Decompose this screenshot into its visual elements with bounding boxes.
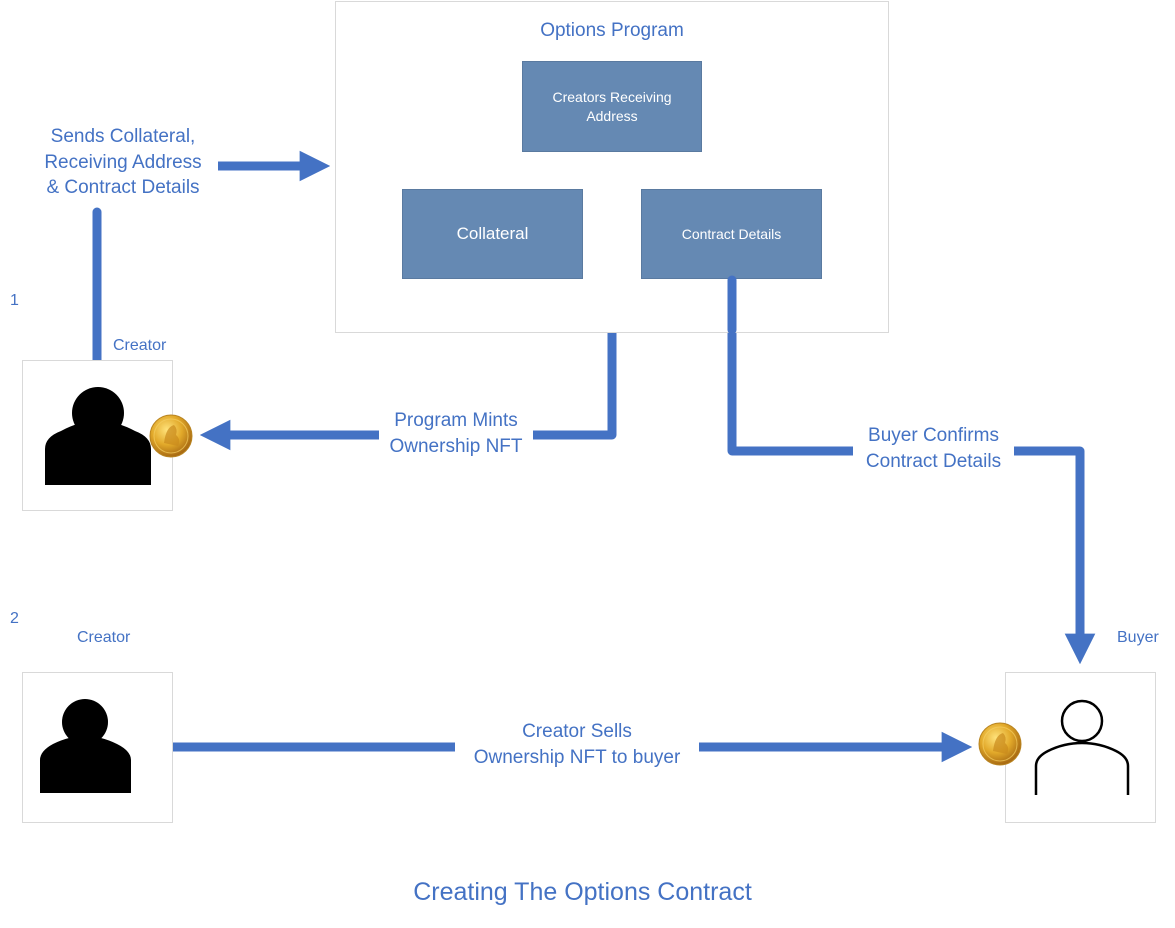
creator-2-card bbox=[22, 672, 173, 823]
flow-confirms-label: Buyer Confirms Contract Details bbox=[853, 423, 1014, 475]
person-outline-icon bbox=[1034, 699, 1130, 795]
options-program-frame bbox=[335, 1, 889, 333]
buyer-label: Buyer bbox=[1117, 629, 1159, 646]
nft-coin-icon-buyer bbox=[978, 722, 1022, 766]
step-2-number: 2 bbox=[10, 610, 19, 627]
contract-details-box: Contract Details bbox=[641, 189, 822, 279]
person-filled-icon bbox=[40, 699, 131, 793]
options-program-title: Options Program bbox=[540, 20, 684, 41]
flow-sends-label: Sends Collateral, Receiving Address & Co… bbox=[28, 124, 218, 201]
buyer-card bbox=[1005, 672, 1156, 823]
receiving-address-box: Creators Receiving Address bbox=[522, 61, 702, 152]
collateral-label: Collateral bbox=[456, 223, 529, 243]
creator-2-label: Creator bbox=[77, 629, 131, 646]
step-1-number: 1 bbox=[10, 292, 19, 309]
flow-mints-label: Program Mints Ownership NFT bbox=[379, 408, 533, 460]
contract-details-label: Contract Details bbox=[681, 225, 782, 242]
collateral-box: Collateral bbox=[402, 189, 583, 279]
receiving-address-label: Creators Receiving Address bbox=[552, 88, 672, 124]
flow-sells-label: Creator Sells Ownership NFT to buyer bbox=[455, 719, 699, 771]
creator-1-label: Creator bbox=[113, 337, 167, 354]
diagram-caption: Creating The Options Contract bbox=[413, 878, 752, 906]
nft-coin-icon-creator bbox=[149, 414, 193, 458]
